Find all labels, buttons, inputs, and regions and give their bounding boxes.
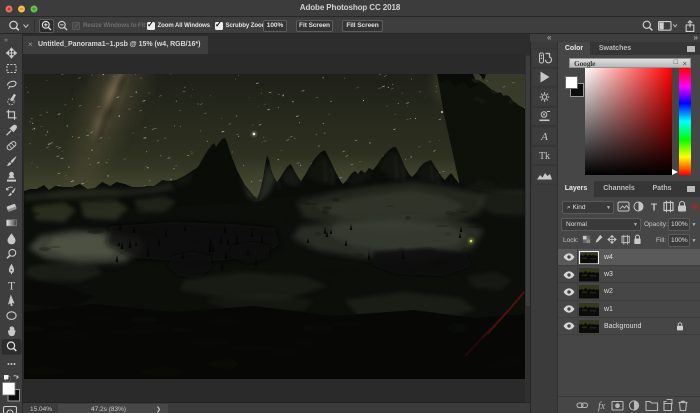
svg-text:T: T — [8, 278, 16, 292]
svg-text:fx: fx — [598, 401, 606, 412]
svg-text:A: A — [540, 131, 548, 143]
svg-text:»: » — [4, 37, 8, 44]
svg-text:Tk: Tk — [539, 151, 550, 162]
svg-text:T: T — [651, 203, 657, 214]
